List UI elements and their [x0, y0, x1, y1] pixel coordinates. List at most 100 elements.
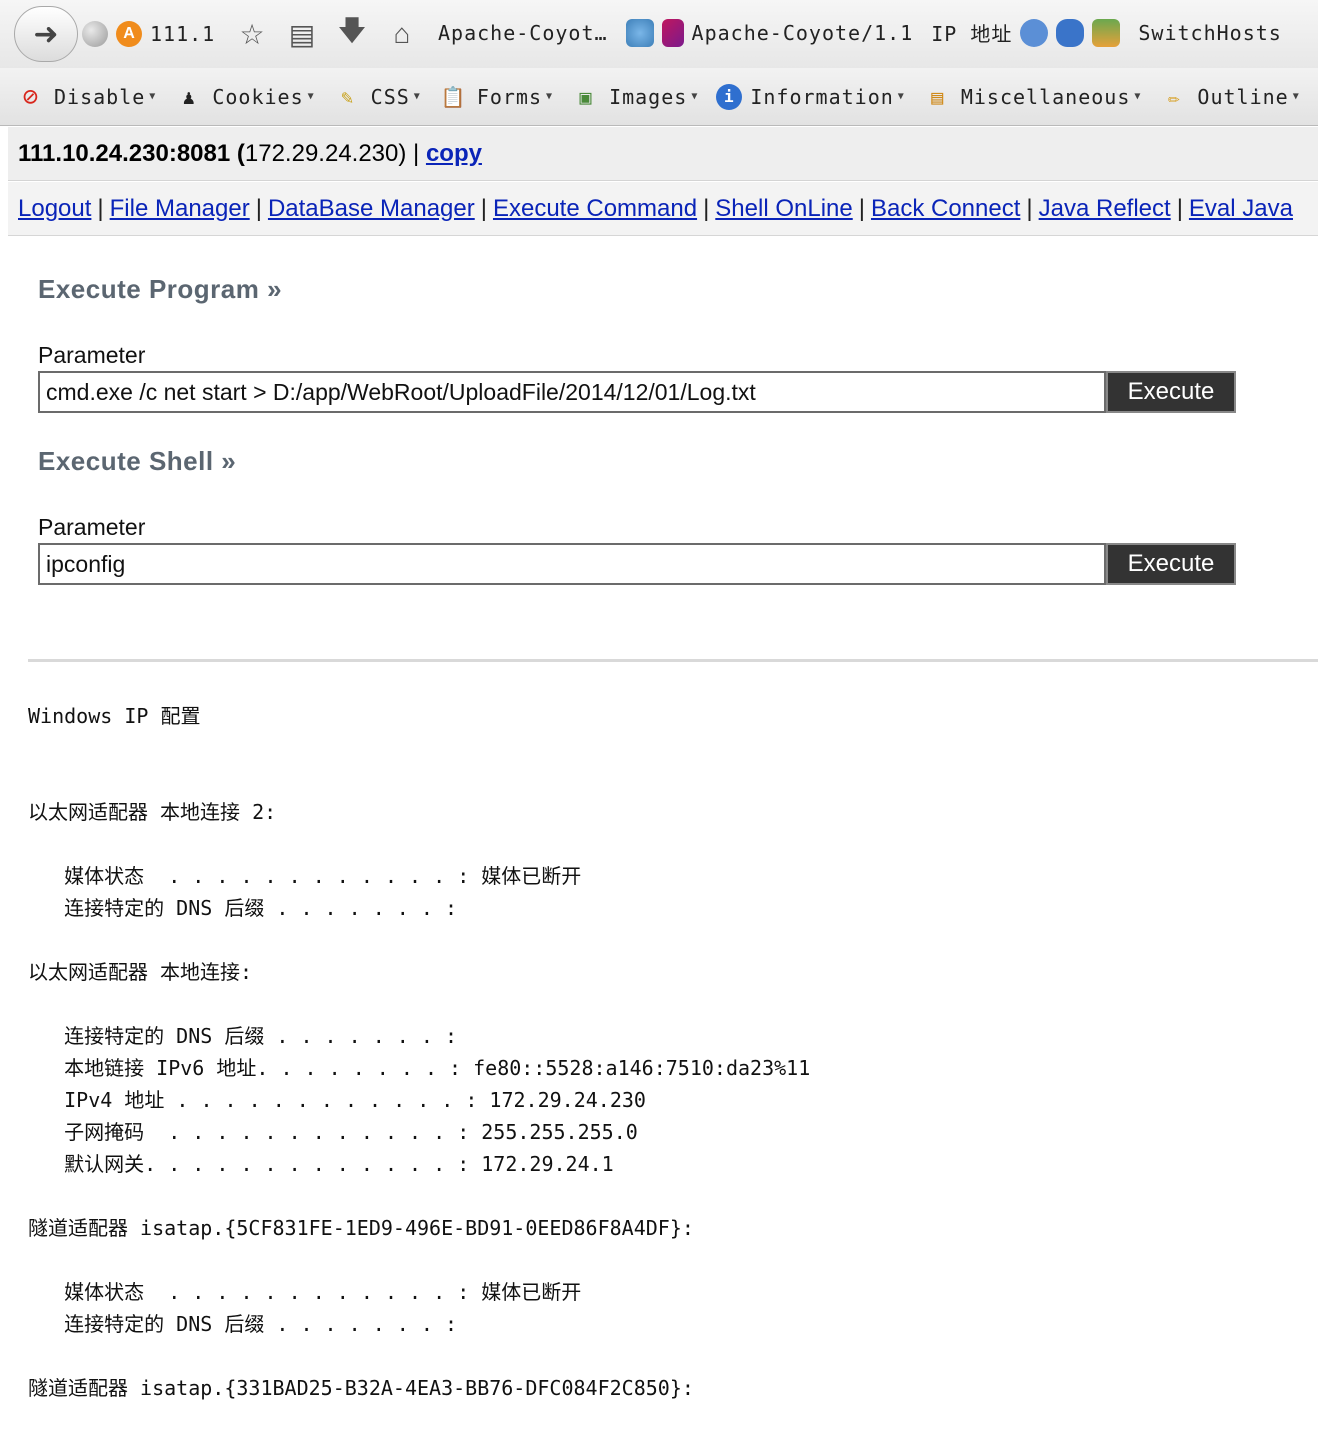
cookies-user-icon: ♟ [182, 84, 196, 109]
devbar-cookies[interactable]: ♟ Cookies ▼ [174, 82, 314, 112]
devbar-images[interactable]: ▣ Images ▼ [571, 82, 698, 112]
menu-separator: | [480, 194, 487, 222]
menu-eval-java[interactable]: Eval Java [1189, 195, 1293, 223]
info-icon [1020, 18, 1049, 47]
output-line: 以太网适配器 本地连接: [28, 960, 253, 984]
devbar-miscellaneous[interactable]: ▤ Miscellaneous ▼ [923, 82, 1142, 112]
chevron-down-icon: ▼ [1292, 91, 1300, 102]
menu-separator: | [703, 194, 710, 222]
bookmark-switchhosts[interactable]: SwitchHosts [1138, 21, 1281, 45]
internal-ip: 172.29.24.230 [244, 139, 399, 167]
chevron-down-icon: ▼ [546, 91, 554, 102]
devbar-outline[interactable]: ✏ Outline ▼ [1159, 82, 1299, 112]
devbar-css[interactable]: ✎ CSS ▼ [333, 82, 421, 112]
outline-pencil-icon: ✏ [1167, 84, 1181, 109]
back-arrow-icon: ➜ [33, 17, 59, 51]
bookmarks-list-icon[interactable]: ▤ [284, 14, 320, 54]
command-output: Windows IP 配置 以太网适配器 本地连接 2: 媒体状态 . . . … [28, 700, 1298, 1404]
globe-icon [82, 21, 108, 47]
server-info-bar: 111.10.24.230:8081 ( 172.29.24.230 ) | c… [8, 127, 1318, 181]
output-line: 隧道适配器 isatap.{5CF831FE-1ED9-496E-BD91-0E… [28, 1216, 694, 1240]
bookmark-star-icon[interactable]: ☆ [234, 14, 270, 54]
menu-java-reflect[interactable]: Java Reflect [1039, 195, 1171, 223]
url-bar[interactable]: A 111.1 [82, 16, 215, 52]
bookmark-label: Apache-Coyote/1.1 [691, 20, 914, 45]
output-line: Windows IP 配置 [28, 704, 201, 728]
output-line: 媒体状态 . . . . . . . . . . . . : 媒体已断开 [28, 1280, 582, 1304]
home-icon[interactable]: ⌂ [384, 14, 420, 54]
bird-icon [1056, 18, 1085, 47]
menu-shell-online[interactable]: Shell OnLine [715, 195, 852, 223]
menu-separator: | [1176, 194, 1183, 222]
chevron-down-icon: ▼ [897, 91, 905, 102]
menu-separator: | [858, 194, 865, 222]
menu-logout[interactable]: Logout [18, 195, 91, 223]
info-open-paren: ( [230, 139, 245, 167]
chevron-down-icon: ▼ [413, 91, 421, 102]
program-parameter-label: Parameter [38, 342, 146, 368]
output-line: 连接特定的 DNS 后缀 . . . . . . . : [28, 1312, 457, 1336]
bookmark-label: IP 地址 [931, 22, 1013, 46]
devbar-forms[interactable]: 📋 Forms ▼ [439, 82, 553, 112]
output-line: 默认网关. . . . . . . . . . . . . : 172.29.2… [28, 1152, 614, 1176]
output-line: 本地链接 IPv6 地址. . . . . . . . : fe80::5528… [28, 1056, 811, 1080]
switchhosts-icon [1092, 18, 1121, 47]
program-parameter-input[interactable] [38, 371, 1106, 413]
copy-link[interactable]: copy [426, 140, 482, 168]
url-text[interactable]: 111.1 [150, 22, 215, 46]
chevron-down-icon: ▼ [1134, 91, 1142, 102]
bookmark-label: SwitchHosts [1138, 20, 1282, 45]
devbar-label: Cookies [212, 84, 304, 109]
downloads-icon[interactable]: 🡇 [334, 14, 370, 54]
devbar-label: Information [750, 84, 894, 109]
devbar-label: CSS [370, 84, 410, 109]
devbar-label: Forms [476, 84, 543, 109]
info-close-paren: ) | [398, 139, 426, 167]
output-line: 连接特定的 DNS 后缀 . . . . . . . : [28, 1024, 457, 1048]
back-button[interactable]: ➜ [14, 6, 78, 62]
menu-separator: | [97, 194, 104, 222]
feather-icon [661, 18, 684, 47]
devbar-label: Miscellaneous [960, 84, 1131, 109]
output-line: 子网掩码 . . . . . . . . . . . . : 255.255.2… [28, 1120, 638, 1144]
chevron-down-icon: ▼ [691, 91, 699, 102]
shell-parameter-input[interactable] [38, 543, 1106, 585]
menu-back-connect[interactable]: Back Connect [871, 195, 1020, 223]
output-line: IPv4 地址 . . . . . . . . . . . . : 172.29… [28, 1088, 646, 1112]
information-icon: i [716, 83, 743, 110]
bookmark-ip-address[interactable]: IP 地址 [931, 18, 1121, 47]
shell-menu-bar: Logout | File Manager | DataBase Manager | … [8, 182, 1318, 236]
menu-separator: | [255, 194, 262, 222]
execute-program-title: Execute Program » [38, 274, 283, 304]
devbar-information[interactable]: i Information ▼ [716, 83, 905, 110]
devbar-label: Outline [1197, 84, 1289, 109]
images-picture-icon: ▣ [579, 84, 593, 109]
execute-program-button[interactable]: Execute [1106, 371, 1236, 413]
output-line: 连接特定的 DNS 后缀 . . . . . . . : [28, 896, 457, 920]
menu-execute-command[interactable]: Execute Command [493, 195, 697, 223]
bookmark-apache-coyote-short[interactable]: Apache-Coyot… [438, 21, 608, 45]
execute-shell-button[interactable]: Execute [1106, 543, 1236, 585]
menu-file-manager[interactable]: File Manager [110, 195, 250, 223]
devbar-label: Images [609, 84, 688, 109]
output-line: 隧道适配器 isatap.{331BAD25-B32A-4EA3-BB76-DF… [28, 1376, 694, 1400]
chevron-down-icon: ▼ [307, 91, 315, 102]
section-divider [28, 659, 1318, 662]
execute-shell-title: Execute Shell » [38, 446, 237, 476]
miscellaneous-notebook-icon: ▤ [931, 84, 945, 109]
devbar-disable[interactable]: ⊘ Disable ▼ [16, 82, 156, 112]
devbar-label: Disable [54, 84, 146, 109]
chevron-down-icon: ▼ [149, 91, 157, 102]
bookmark-apache-coyote[interactable]: Apache-Coyote/1.1 [625, 18, 914, 47]
menu-database-manager[interactable]: DataBase Manager [268, 195, 475, 223]
forms-clipboard-icon: 📋 [440, 84, 467, 109]
output-line: 媒体状态 . . . . . . . . . . . . : 媒体已断开 [28, 864, 582, 888]
